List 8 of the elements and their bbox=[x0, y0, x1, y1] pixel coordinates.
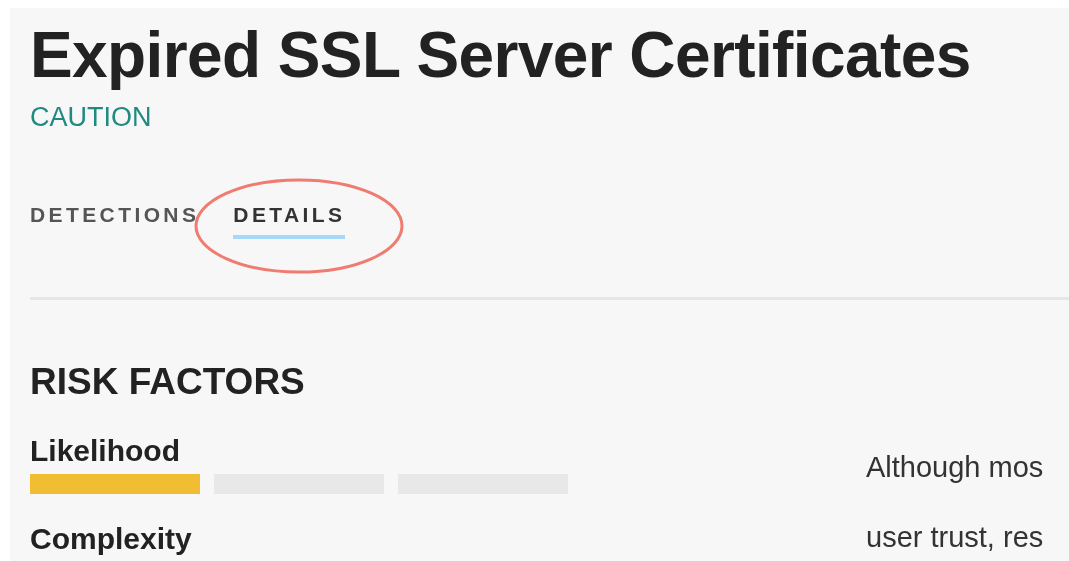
description-text: Although mos bbox=[866, 450, 1044, 484]
factor-label: Complexity bbox=[30, 522, 192, 556]
factor-label: Likelihood bbox=[30, 434, 180, 468]
description-text: user trust, res bbox=[866, 520, 1044, 554]
page-title: Expired SSL Server Certificates bbox=[30, 20, 972, 90]
section-heading: RISK FACTORS bbox=[30, 362, 306, 402]
severity-label: CAUTION bbox=[30, 102, 152, 133]
tab[interactable]: DETECTIONS bbox=[30, 199, 200, 239]
